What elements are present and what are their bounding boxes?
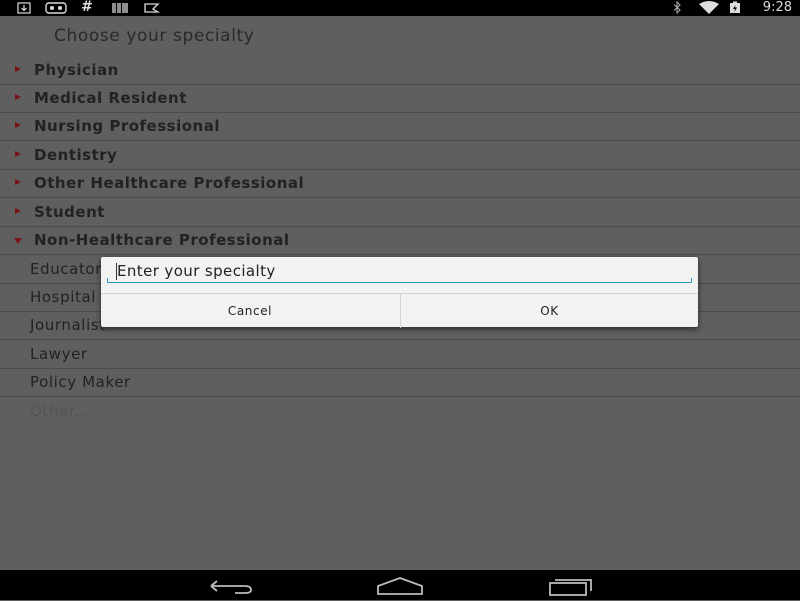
subitem-label: Educator	[30, 260, 102, 278]
expand-arrow-icon	[15, 66, 21, 72]
category-label: Physician	[34, 61, 119, 79]
navigation-bar	[0, 570, 800, 600]
subitem-other[interactable]: Other...	[0, 397, 800, 425]
wifi-icon	[697, 1, 721, 14]
barcode-icon	[111, 1, 129, 14]
dialog-button-bar: Cancel OK	[101, 293, 698, 328]
bluetooth-icon	[670, 1, 684, 14]
expand-arrow-icon	[15, 94, 21, 100]
category-other-healthcare-professional[interactable]: Other Healthcare Professional	[0, 169, 800, 198]
status-time: 9:28	[762, 0, 792, 15]
download-icon	[16, 1, 32, 14]
category-physician[interactable]: Physician	[0, 56, 800, 85]
collapse-arrow-icon	[14, 238, 22, 244]
notes-icon	[143, 1, 161, 14]
hashtag-icon: #	[81, 0, 93, 15]
battery-icon	[728, 1, 742, 14]
category-non-healthcare-professional[interactable]: Non-Healthcare Professional	[0, 226, 800, 255]
game-controller-icon	[45, 1, 67, 14]
category-label: Medical Resident	[34, 89, 187, 107]
subitem-label: Journalist	[30, 316, 106, 334]
home-icon[interactable]	[375, 575, 425, 597]
page-title: Choose your specialty	[54, 26, 255, 46]
category-medical-resident[interactable]: Medical Resident	[0, 84, 800, 113]
subitem-label: Hospital	[30, 288, 97, 306]
specialty-input-underline	[107, 260, 692, 283]
category-label: Dentistry	[34, 146, 118, 164]
subitem-policy-maker[interactable]: Policy Maker	[0, 368, 800, 397]
expand-arrow-icon	[15, 122, 21, 128]
category-label: Non-Healthcare Professional	[34, 231, 290, 249]
expand-arrow-icon	[15, 179, 21, 185]
subitem-label: Lawyer	[30, 345, 88, 363]
back-icon[interactable]	[205, 575, 255, 597]
expand-arrow-icon	[15, 208, 21, 214]
cancel-button[interactable]: Cancel	[101, 294, 399, 328]
recent-apps-icon[interactable]	[545, 575, 595, 597]
subitem-label: Other...	[30, 402, 91, 420]
ok-button[interactable]: OK	[400, 294, 698, 328]
specialty-input[interactable]	[117, 261, 677, 281]
category-nursing-professional[interactable]: Nursing Professional	[0, 112, 800, 141]
subitem-lawyer[interactable]: Lawyer	[0, 340, 800, 369]
status-bar: # 9:28	[0, 0, 800, 16]
expand-arrow-icon	[15, 151, 21, 157]
enter-specialty-dialog: Cancel OK	[101, 257, 698, 328]
category-label: Other Healthcare Professional	[34, 174, 305, 192]
category-label: Student	[34, 203, 105, 221]
subitem-label: Policy Maker	[30, 373, 131, 391]
category-label: Nursing Professional	[34, 117, 220, 135]
category-student[interactable]: Student	[0, 198, 800, 227]
category-dentistry[interactable]: Dentistry	[0, 141, 800, 170]
